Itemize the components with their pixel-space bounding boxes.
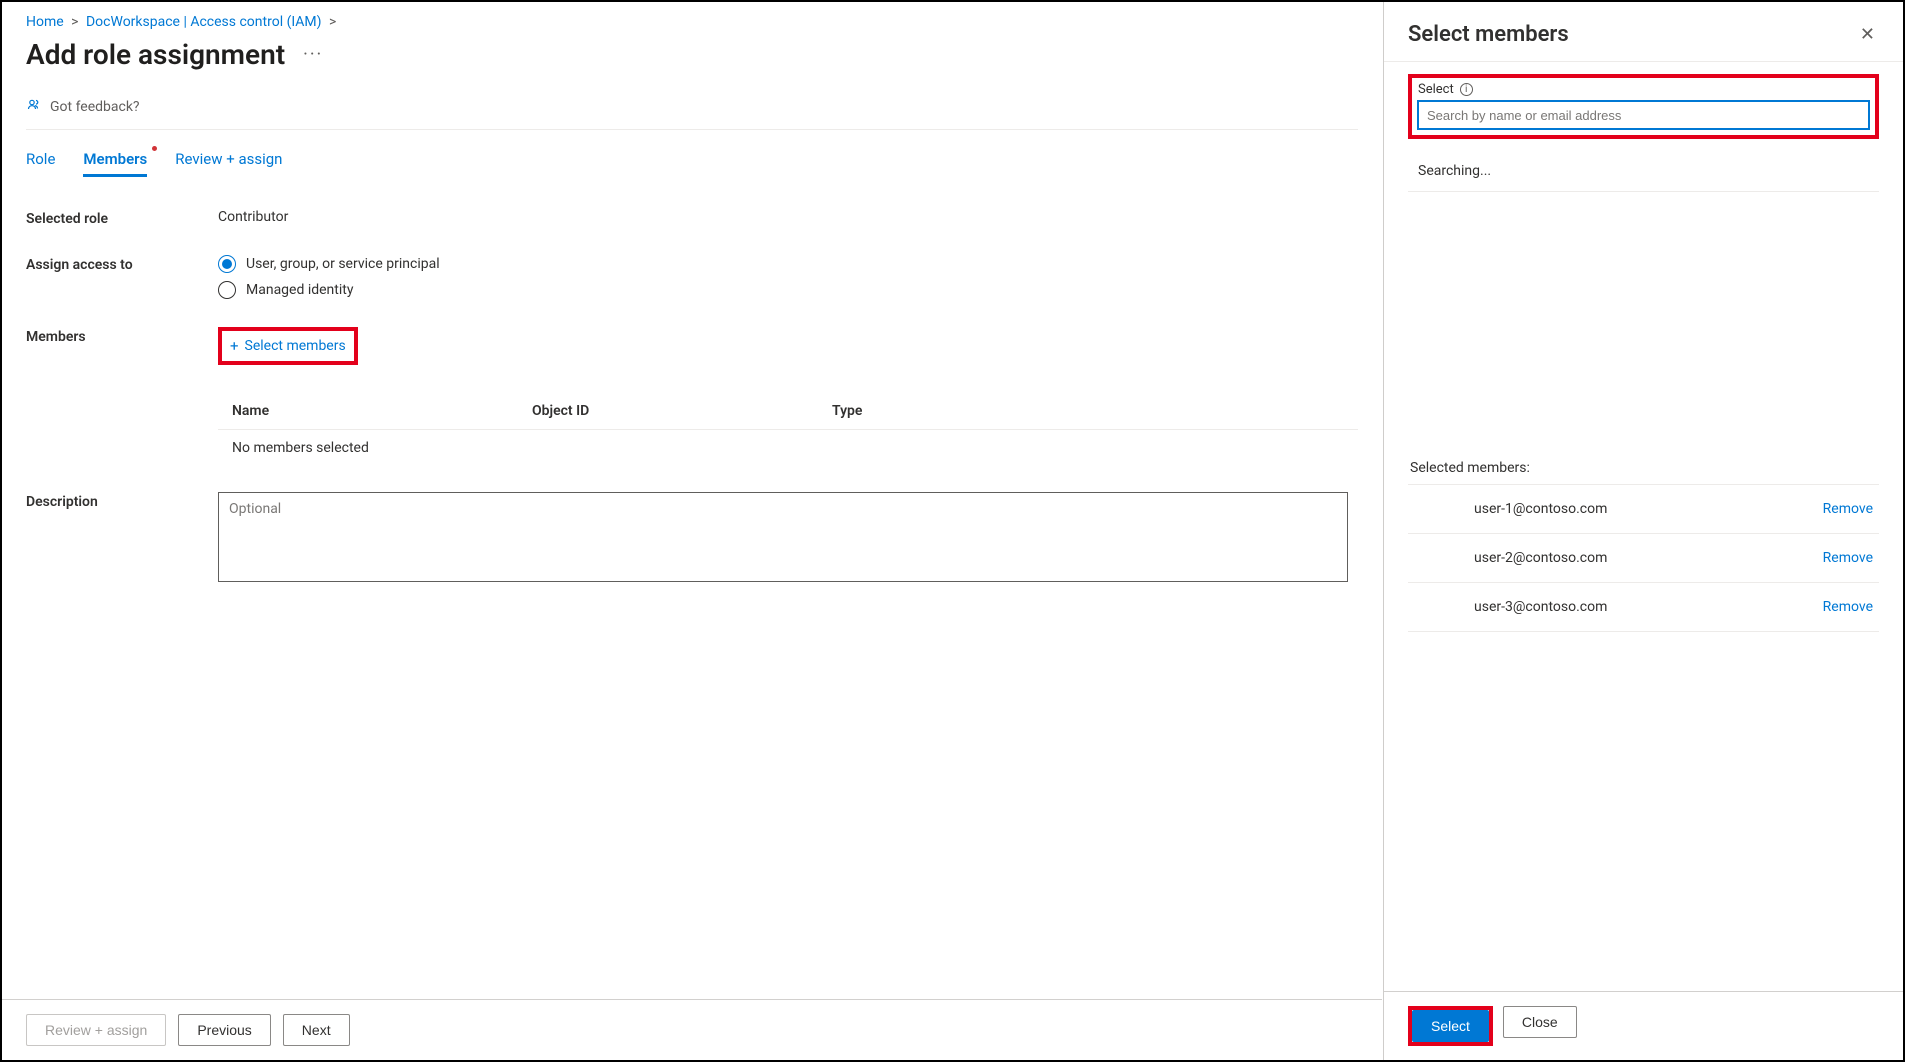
radio-icon bbox=[218, 255, 236, 273]
review-assign-button[interactable]: Review + assign bbox=[26, 1014, 166, 1046]
page-title: Add role assignment bbox=[26, 38, 285, 71]
tab-review-assign[interactable]: Review + assign bbox=[175, 150, 282, 177]
footer-bar: Review + assign Previous Next bbox=[2, 999, 1382, 1060]
members-empty: No members selected bbox=[218, 430, 1358, 466]
feedback-link[interactable]: Got feedback? bbox=[26, 89, 1358, 130]
highlight-select-members: + Select members bbox=[218, 327, 358, 365]
selected-member-row: user-1@contoso.com Remove bbox=[1408, 485, 1879, 534]
radio-user-group[interactable]: User, group, or service principal bbox=[218, 255, 1358, 273]
tab-members-label: Members bbox=[83, 150, 147, 168]
breadcrumb-sep-2: > bbox=[325, 14, 340, 30]
selected-member-row: user-2@contoso.com Remove bbox=[1408, 534, 1879, 583]
selected-role-label: Selected role bbox=[26, 209, 218, 227]
tabs: Role Members Review + assign bbox=[26, 130, 1358, 177]
remove-member-link[interactable]: Remove bbox=[1823, 599, 1873, 615]
radio-managed-identity-label: Managed identity bbox=[246, 282, 353, 298]
selected-role-value: Contributor bbox=[218, 209, 1358, 227]
breadcrumb: Home > DocWorkspace | Access control (IA… bbox=[26, 14, 1358, 30]
remove-member-link[interactable]: Remove bbox=[1823, 550, 1873, 566]
highlight-select-button: Select bbox=[1408, 1006, 1493, 1046]
breadcrumb-sep: > bbox=[67, 14, 82, 30]
remove-member-link[interactable]: Remove bbox=[1823, 501, 1873, 517]
radio-user-group-label: User, group, or service principal bbox=[246, 256, 440, 272]
tab-members[interactable]: Members bbox=[83, 150, 147, 177]
select-button[interactable]: Select bbox=[1412, 1010, 1489, 1042]
info-icon[interactable]: i bbox=[1460, 83, 1473, 96]
select-members-link[interactable]: + Select members bbox=[222, 331, 354, 361]
feedback-label: Got feedback? bbox=[50, 99, 140, 115]
members-col-type: Type bbox=[832, 403, 1344, 419]
description-input[interactable] bbox=[218, 492, 1348, 582]
selected-member-row: user-3@contoso.com Remove bbox=[1408, 583, 1879, 632]
select-members-link-label: Select members bbox=[245, 338, 346, 354]
highlight-search-field: Select i bbox=[1408, 74, 1879, 139]
search-status: Searching... bbox=[1408, 157, 1879, 192]
search-input[interactable] bbox=[1418, 101, 1869, 129]
flyout-title: Select members bbox=[1408, 22, 1569, 47]
breadcrumb-home[interactable]: Home bbox=[26, 14, 64, 30]
unsaved-dot-icon bbox=[152, 146, 157, 151]
radio-icon bbox=[218, 281, 236, 299]
members-label: Members bbox=[26, 327, 218, 365]
plus-icon: + bbox=[230, 337, 239, 355]
select-label: Select bbox=[1418, 82, 1454, 97]
selected-member-email: user-2@contoso.com bbox=[1474, 550, 1607, 566]
description-label: Description bbox=[26, 492, 218, 582]
tab-role[interactable]: Role bbox=[26, 150, 55, 177]
more-icon[interactable]: ··· bbox=[303, 44, 323, 65]
next-button[interactable]: Next bbox=[283, 1014, 350, 1046]
assign-access-label: Assign access to bbox=[26, 255, 218, 299]
members-table: Name Object ID Type No members selected bbox=[218, 393, 1358, 466]
members-col-object-id: Object ID bbox=[532, 403, 832, 419]
selected-member-email: user-3@contoso.com bbox=[1474, 599, 1607, 615]
breadcrumb-workspace[interactable]: DocWorkspace | Access control (IAM) bbox=[86, 14, 322, 30]
close-button[interactable]: Close bbox=[1503, 1006, 1577, 1038]
select-members-panel: Select members ✕ Select i Searching... S… bbox=[1383, 2, 1903, 1060]
radio-managed-identity[interactable]: Managed identity bbox=[218, 281, 1358, 299]
members-col-name: Name bbox=[232, 403, 532, 419]
close-icon[interactable]: ✕ bbox=[1856, 20, 1879, 49]
selected-member-email: user-1@contoso.com bbox=[1474, 501, 1607, 517]
previous-button[interactable]: Previous bbox=[178, 1014, 270, 1046]
feedback-icon bbox=[26, 97, 42, 117]
selected-members-header: Selected members: bbox=[1408, 452, 1879, 485]
